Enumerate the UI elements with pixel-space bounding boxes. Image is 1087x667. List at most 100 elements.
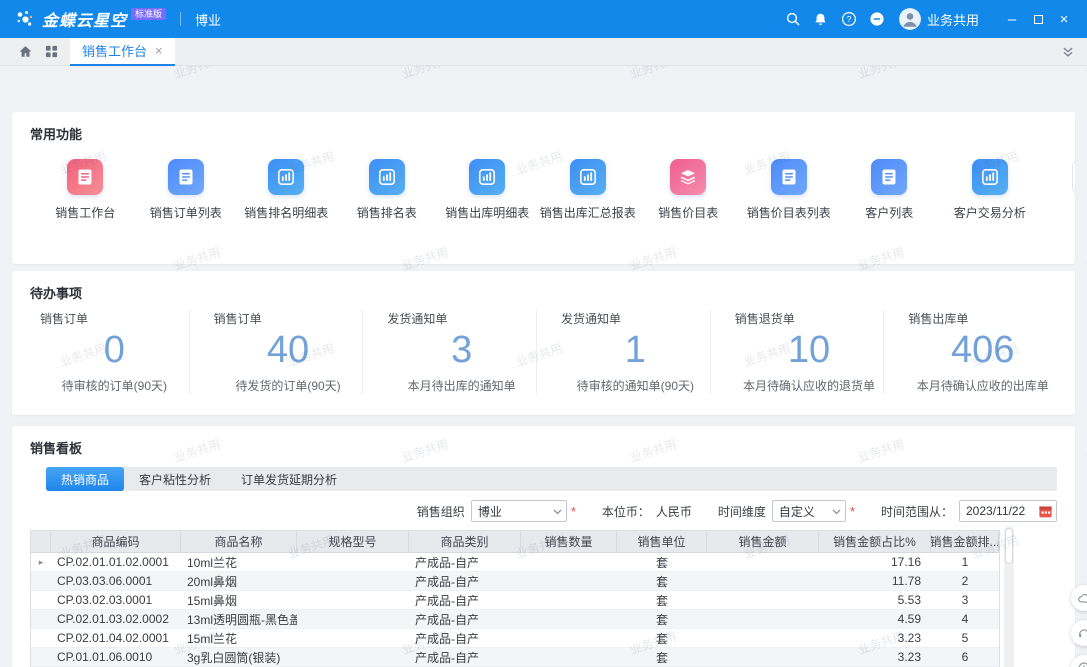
dashboard-tab-2[interactable]: 客户粘性分析 bbox=[124, 467, 226, 491]
current-user: 业务共用 bbox=[927, 10, 979, 29]
cell: 产成品-自产 bbox=[409, 554, 521, 571]
headset-support-icon[interactable] bbox=[1071, 620, 1087, 646]
app-shortcut[interactable]: 销售订单列表 bbox=[136, 159, 237, 221]
cell: 3 bbox=[931, 593, 999, 607]
sales-dashboard-panel: 销售看板 热销商品客户粘性分析订单发货延期分析 销售组织 博业 * 本位币： 人… bbox=[12, 426, 1075, 667]
todo-count[interactable]: 40 bbox=[214, 329, 363, 373]
edition-badge: 标准版 bbox=[131, 8, 166, 21]
layers-icon bbox=[670, 159, 706, 195]
chart-icon bbox=[268, 159, 304, 195]
cell: CP.02.01.04.02.0001 bbox=[51, 631, 181, 645]
app-shortcut[interactable]: 销售出库明细表 bbox=[437, 159, 538, 221]
cell: 15ml鼻烟 bbox=[181, 592, 297, 609]
row-expander-icon[interactable]: ▸ bbox=[31, 557, 51, 568]
cell: 13ml透明圆瓶-黑色盖子 bbox=[181, 611, 297, 628]
search-icon[interactable] bbox=[779, 5, 807, 33]
cloud-share-icon[interactable] bbox=[1071, 585, 1087, 611]
column-header[interactable]: 销售金额排... bbox=[931, 531, 999, 552]
column-header[interactable]: 销售金额占比% bbox=[819, 531, 931, 552]
date-from-input[interactable]: 2023/11/22 bbox=[959, 500, 1057, 522]
dashboard-tab-3[interactable]: 订单发货延期分析 bbox=[226, 467, 352, 491]
cell: 套 bbox=[617, 554, 707, 571]
todo-count[interactable]: 1 bbox=[561, 329, 710, 373]
table-row[interactable]: CP.02.01.03.02.000213ml透明圆瓶-黑色盖子产成品-自产套4… bbox=[31, 610, 999, 629]
calendar-icon bbox=[1038, 504, 1053, 522]
cell: 5.53 bbox=[819, 593, 931, 607]
help-icon[interactable]: ? bbox=[835, 5, 863, 33]
todo-stat: 销售退货单10本月待确认应收的退货单 bbox=[710, 310, 884, 394]
todo-caption: 本月待确认应收的退货单 bbox=[735, 377, 884, 394]
history-clock-icon[interactable] bbox=[1071, 655, 1087, 667]
cell: 4 bbox=[931, 612, 999, 626]
column-header[interactable]: 商品编码 bbox=[51, 531, 181, 552]
todo-category: 销售出库单 bbox=[908, 310, 1057, 327]
table-row[interactable]: CP.02.01.04.02.000115ml兰花产成品-自产套3.235 bbox=[31, 629, 999, 648]
cell: 15ml兰花 bbox=[181, 630, 297, 647]
org-select[interactable]: 博业 bbox=[471, 500, 567, 522]
cell: 10ml兰花 bbox=[181, 554, 297, 571]
cell: 套 bbox=[617, 592, 707, 609]
home-icon[interactable] bbox=[12, 38, 38, 66]
app-shortcut-label: 客户列表 bbox=[865, 204, 913, 221]
column-header[interactable]: 商品类别 bbox=[409, 531, 521, 552]
maximize-button[interactable] bbox=[1025, 6, 1051, 32]
watermark-text: 业务共用 bbox=[628, 66, 679, 82]
app-shortcut[interactable]: 客户列表 bbox=[839, 159, 940, 221]
column-header[interactable]: 商品名称 bbox=[181, 531, 297, 552]
todo-count[interactable]: 3 bbox=[387, 329, 536, 373]
minimize-button[interactable]: – bbox=[999, 6, 1025, 32]
chart-icon bbox=[570, 159, 606, 195]
scrollbar-thumb[interactable] bbox=[1005, 528, 1013, 564]
column-header[interactable]: 销售金额 bbox=[707, 531, 819, 552]
watermark-text: 业务共用 bbox=[400, 66, 451, 82]
time-dim-label: 时间维度 bbox=[718, 503, 766, 520]
chevron-down-icon bbox=[832, 508, 841, 516]
dnd-icon[interactable] bbox=[863, 5, 891, 33]
cell: 3g乳白圆筒(银装) bbox=[181, 649, 297, 666]
close-button[interactable]: × bbox=[1051, 6, 1077, 32]
table-row[interactable]: ▸CP.02.01.01.02.000110ml兰花产成品-自产套17.161 bbox=[31, 553, 999, 572]
time-dim-select[interactable]: 自定义 bbox=[772, 500, 846, 522]
brand-title: 金蝶云星空 bbox=[42, 7, 127, 31]
table-row[interactable]: CP.03.03.06.000120ml鼻烟产成品-自产套11.782 bbox=[31, 572, 999, 591]
app-shortcut[interactable]: 销售价目表 bbox=[638, 159, 739, 221]
app-shortcut[interactable]: 客户交易分析 bbox=[940, 159, 1041, 221]
bell-icon[interactable] bbox=[807, 5, 835, 33]
window-controls: – × bbox=[999, 6, 1077, 32]
tab-sales-workbench[interactable]: 销售工作台 × bbox=[70, 38, 175, 66]
svg-text:?: ? bbox=[847, 14, 852, 24]
chart-icon bbox=[469, 159, 505, 195]
todo-count[interactable]: 10 bbox=[735, 329, 884, 373]
app-shortcut[interactable]: 销售价目表列表 bbox=[739, 159, 840, 221]
column-header[interactable]: 销售单位 bbox=[617, 531, 707, 552]
avatar[interactable] bbox=[899, 8, 921, 30]
column-header[interactable]: 销售数量 bbox=[521, 531, 617, 552]
table-row[interactable]: CP.01.01.06.00103g乳白圆筒(银装)产成品-自产套3.236 bbox=[31, 648, 999, 667]
cell: 套 bbox=[617, 630, 707, 647]
cell: 20ml鼻烟 bbox=[181, 573, 297, 590]
todo-caption: 待发货的订单(90天) bbox=[214, 377, 363, 394]
table-scrollbar[interactable] bbox=[1004, 526, 1014, 667]
app-shortcut-label: 销售出库明细表 bbox=[445, 204, 529, 221]
todo-count[interactable]: 406 bbox=[908, 329, 1057, 373]
table-row[interactable]: CP.03.02.03.000115ml鼻烟产成品-自产套5.533 bbox=[31, 591, 999, 610]
todo-count[interactable]: 0 bbox=[40, 329, 189, 373]
dashboard-tab-1[interactable]: 热销商品 bbox=[46, 467, 124, 491]
chart-icon bbox=[369, 159, 405, 195]
todo-category: 销售订单 bbox=[40, 310, 189, 327]
maximize-icon bbox=[1034, 15, 1043, 24]
collapse-tabs-icon[interactable] bbox=[1061, 45, 1075, 62]
app-shortcut[interactable]: 销售排名明细表 bbox=[236, 159, 337, 221]
topbar-divider bbox=[180, 12, 181, 26]
app-shortcut[interactable]: 销售排名表 bbox=[337, 159, 438, 221]
todo-caption: 待审核的订单(90天) bbox=[40, 377, 189, 394]
column-header[interactable]: 规格型号 bbox=[297, 531, 409, 552]
apps-grid-icon[interactable] bbox=[38, 38, 64, 66]
time-dim-value: 自定义 bbox=[779, 503, 815, 520]
app-shortcut[interactable]: 点击 bbox=[1040, 159, 1075, 221]
app-shortcut[interactable]: 销售出库汇总报表 bbox=[538, 159, 639, 221]
dashboard-title: 销售看板 bbox=[30, 438, 1057, 457]
app-shortcut[interactable]: 销售工作台 bbox=[35, 159, 136, 221]
app-shortcut-label: 销售工作台 bbox=[55, 204, 115, 221]
tab-close-icon[interactable]: × bbox=[155, 44, 163, 57]
